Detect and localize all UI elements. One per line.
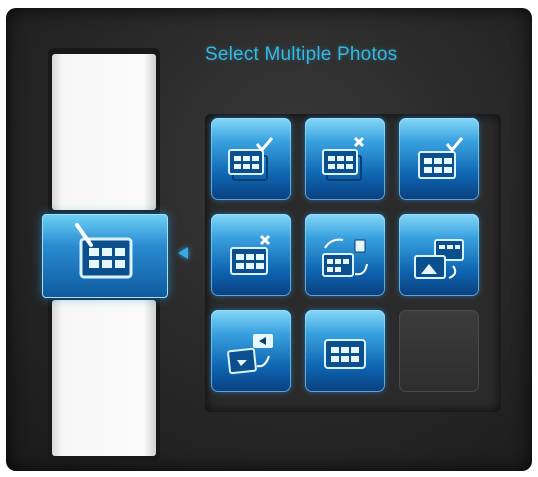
deselect-cross-button[interactable] (211, 214, 291, 296)
empty-slot (399, 310, 479, 392)
grid-view-icon (324, 339, 366, 369)
deselect-cross-icon (230, 234, 271, 275)
select-multiple-cross-icon (322, 136, 365, 181)
move-photos-button[interactable] (305, 214, 385, 296)
select-check-button[interactable] (399, 118, 479, 200)
copy-photos-icon (414, 239, 464, 279)
grid-view-button[interactable] (305, 310, 385, 392)
copy-photos-button[interactable] (399, 214, 479, 296)
send-photos-button[interactable] (211, 310, 291, 392)
side-menu-empty-slot-bottom (52, 300, 156, 456)
side-menu-empty-slot-top (52, 54, 156, 210)
move-photos-icon (322, 238, 368, 277)
edit-grid-icon (75, 223, 133, 279)
select-multiple-cross-button[interactable] (305, 118, 385, 200)
selection-arrow-icon (178, 247, 188, 259)
select-multiple-check-icon (228, 137, 274, 181)
select-check-icon (418, 137, 464, 179)
side-menu-selected-item[interactable] (42, 214, 168, 298)
send-photos-icon (227, 334, 273, 375)
page-title: Select Multiple Photos (205, 44, 398, 65)
select-multiple-check-button[interactable] (211, 118, 291, 200)
